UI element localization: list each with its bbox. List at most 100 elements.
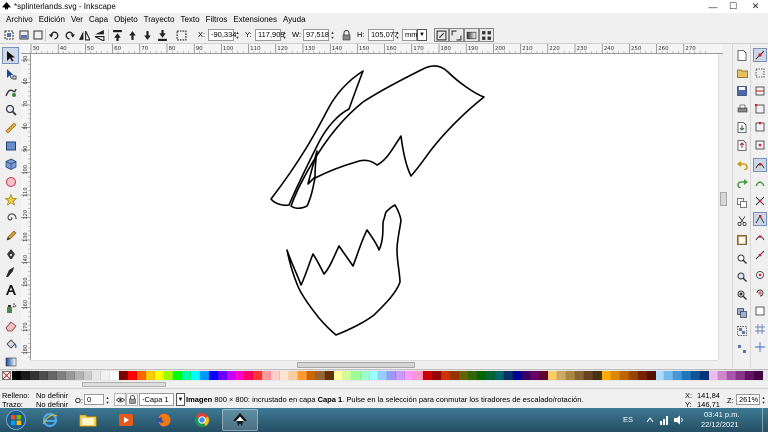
- text-tool-icon[interactable]: [2, 281, 19, 298]
- paste-icon[interactable]: [735, 232, 749, 246]
- rotate-ccw-icon[interactable]: [48, 29, 61, 41]
- snap-toggle-icon[interactable]: [753, 48, 767, 62]
- taskbar-internet-explorer-icon[interactable]: [32, 409, 68, 431]
- color-swatch[interactable]: [530, 371, 540, 380]
- taskbar-chrome-icon[interactable]: [184, 409, 220, 431]
- color-swatch[interactable]: [163, 371, 173, 380]
- unit-select[interactable]: mm: [402, 29, 418, 41]
- snap-bbox-midpoints-icon[interactable]: [753, 120, 767, 134]
- horizontal-scrollbar-thumb[interactable]: [297, 362, 415, 368]
- color-swatch[interactable]: [20, 371, 30, 380]
- color-swatch[interactable]: [700, 371, 710, 380]
- export-icon[interactable]: [735, 138, 749, 152]
- snap-paths-icon[interactable]: [753, 176, 767, 190]
- menu-ver[interactable]: Ver: [68, 13, 86, 26]
- vertical-scrollbar-thumb[interactable]: [720, 192, 727, 206]
- color-swatch[interactable]: [628, 371, 638, 380]
- snap-intersections-icon[interactable]: [753, 194, 767, 208]
- color-swatch[interactable]: [190, 371, 200, 380]
- color-swatch[interactable]: [298, 371, 307, 380]
- color-swatch[interactable]: [342, 371, 352, 380]
- width-input[interactable]: 97,518: [303, 29, 329, 41]
- snap-bbox-center-icon[interactable]: [753, 138, 767, 152]
- zoom-drawing-icon[interactable]: [735, 270, 749, 284]
- taskbar-media-player-icon[interactable]: [108, 409, 144, 431]
- snap-nodes-icon[interactable]: [753, 158, 767, 172]
- network-icon[interactable]: [660, 415, 669, 425]
- color-swatch[interactable]: [467, 371, 477, 380]
- lock-proportions-icon[interactable]: [340, 29, 353, 41]
- color-swatch[interactable]: [539, 371, 549, 380]
- color-swatch[interactable]: [253, 371, 263, 380]
- color-swatch[interactable]: [244, 371, 254, 380]
- color-swatch[interactable]: [83, 371, 93, 380]
- snap-grids-icon[interactable]: [753, 322, 767, 336]
- snap-object-center-icon[interactable]: [753, 268, 767, 282]
- color-swatch[interactable]: [128, 371, 138, 380]
- save-icon[interactable]: [735, 84, 749, 98]
- select-all-icon[interactable]: [2, 29, 15, 41]
- menu-trayecto[interactable]: Trayecto: [141, 13, 178, 26]
- tweak-tool-icon[interactable]: [2, 83, 19, 100]
- menu-texto[interactable]: Texto: [177, 13, 202, 26]
- color-swatch[interactable]: [333, 371, 343, 380]
- color-swatch[interactable]: [673, 371, 683, 380]
- flip-vertical-icon[interactable]: [93, 29, 106, 41]
- maximize-button[interactable]: ☐: [723, 0, 743, 13]
- chevron-down-icon[interactable]: ▼: [176, 393, 185, 406]
- color-swatch[interactable]: [369, 371, 379, 380]
- selector-tool-icon[interactable]: [2, 47, 19, 64]
- palette-scrollbar-thumb[interactable]: [82, 382, 166, 387]
- color-swatch[interactable]: [181, 371, 191, 380]
- color-swatch[interactable]: [423, 371, 433, 380]
- clock-time[interactable]: 03:41 p.m.: [704, 410, 739, 419]
- color-swatch[interactable]: [414, 371, 424, 380]
- color-swatch[interactable]: [512, 371, 522, 380]
- color-swatch[interactable]: [709, 371, 719, 380]
- color-swatch[interactable]: [226, 371, 236, 380]
- splinter-upper-left-shard[interactable]: [270, 70, 364, 207]
- paint-bucket-tool-icon[interactable]: [2, 335, 19, 352]
- drawing-canvas[interactable]: [31, 54, 718, 360]
- color-swatch[interactable]: [351, 371, 361, 380]
- zoom-page-icon[interactable]: [735, 288, 749, 302]
- opacity-spinner[interactable]: ▲ ▼: [104, 394, 111, 406]
- taskbar-firefox-icon[interactable]: [146, 409, 182, 431]
- fill-value[interactable]: No definir: [36, 391, 68, 400]
- snap-bbox-edges-icon[interactable]: [753, 84, 767, 98]
- height-input[interactable]: 105,077: [368, 29, 398, 41]
- taskbar-inkscape-icon[interactable]: [222, 409, 258, 431]
- current-layer-select[interactable]: -Capa 1: [139, 393, 174, 406]
- color-swatch[interactable]: [280, 371, 290, 380]
- color-swatch[interactable]: [155, 371, 164, 380]
- color-swatch[interactable]: [199, 371, 209, 380]
- color-swatch[interactable]: [262, 371, 272, 380]
- x-spinner[interactable]: ▲ ▼: [234, 29, 241, 41]
- y-spinner[interactable]: ▲ ▼: [281, 29, 288, 41]
- color-swatch[interactable]: [682, 371, 692, 380]
- rectangle-tool-icon[interactable]: [2, 137, 19, 154]
- color-swatch[interactable]: [575, 371, 584, 380]
- color-swatch[interactable]: [289, 371, 298, 380]
- flip-horizontal-icon[interactable]: [78, 29, 91, 41]
- menu-objeto[interactable]: Objeto: [111, 13, 141, 26]
- x-position-input[interactable]: -90,334: [208, 29, 236, 41]
- redo-icon[interactable]: [735, 176, 749, 190]
- snap-guides-icon[interactable]: [753, 340, 767, 354]
- color-swatch[interactable]: [664, 371, 674, 380]
- menu-ayuda[interactable]: Ayuda: [280, 13, 309, 26]
- color-swatch[interactable]: [566, 371, 576, 380]
- lower-to-bottom-icon[interactable]: [156, 29, 169, 41]
- menu-capa[interactable]: Capa: [86, 13, 111, 26]
- color-swatch[interactable]: [655, 371, 665, 380]
- open-folder-icon[interactable]: [735, 66, 749, 80]
- duplicate-icon[interactable]: [735, 306, 749, 320]
- move-patterns-button[interactable]: [479, 28, 494, 42]
- color-swatch[interactable]: [727, 371, 736, 380]
- menu-filtros[interactable]: Filtros: [203, 13, 231, 26]
- height-spinner[interactable]: ▲ ▼: [394, 29, 401, 41]
- ellipse-tool-icon[interactable]: [2, 173, 19, 190]
- canvas-drawing[interactable]: [31, 54, 718, 360]
- color-swatch[interactable]: [521, 371, 531, 380]
- color-swatch[interactable]: [548, 371, 558, 380]
